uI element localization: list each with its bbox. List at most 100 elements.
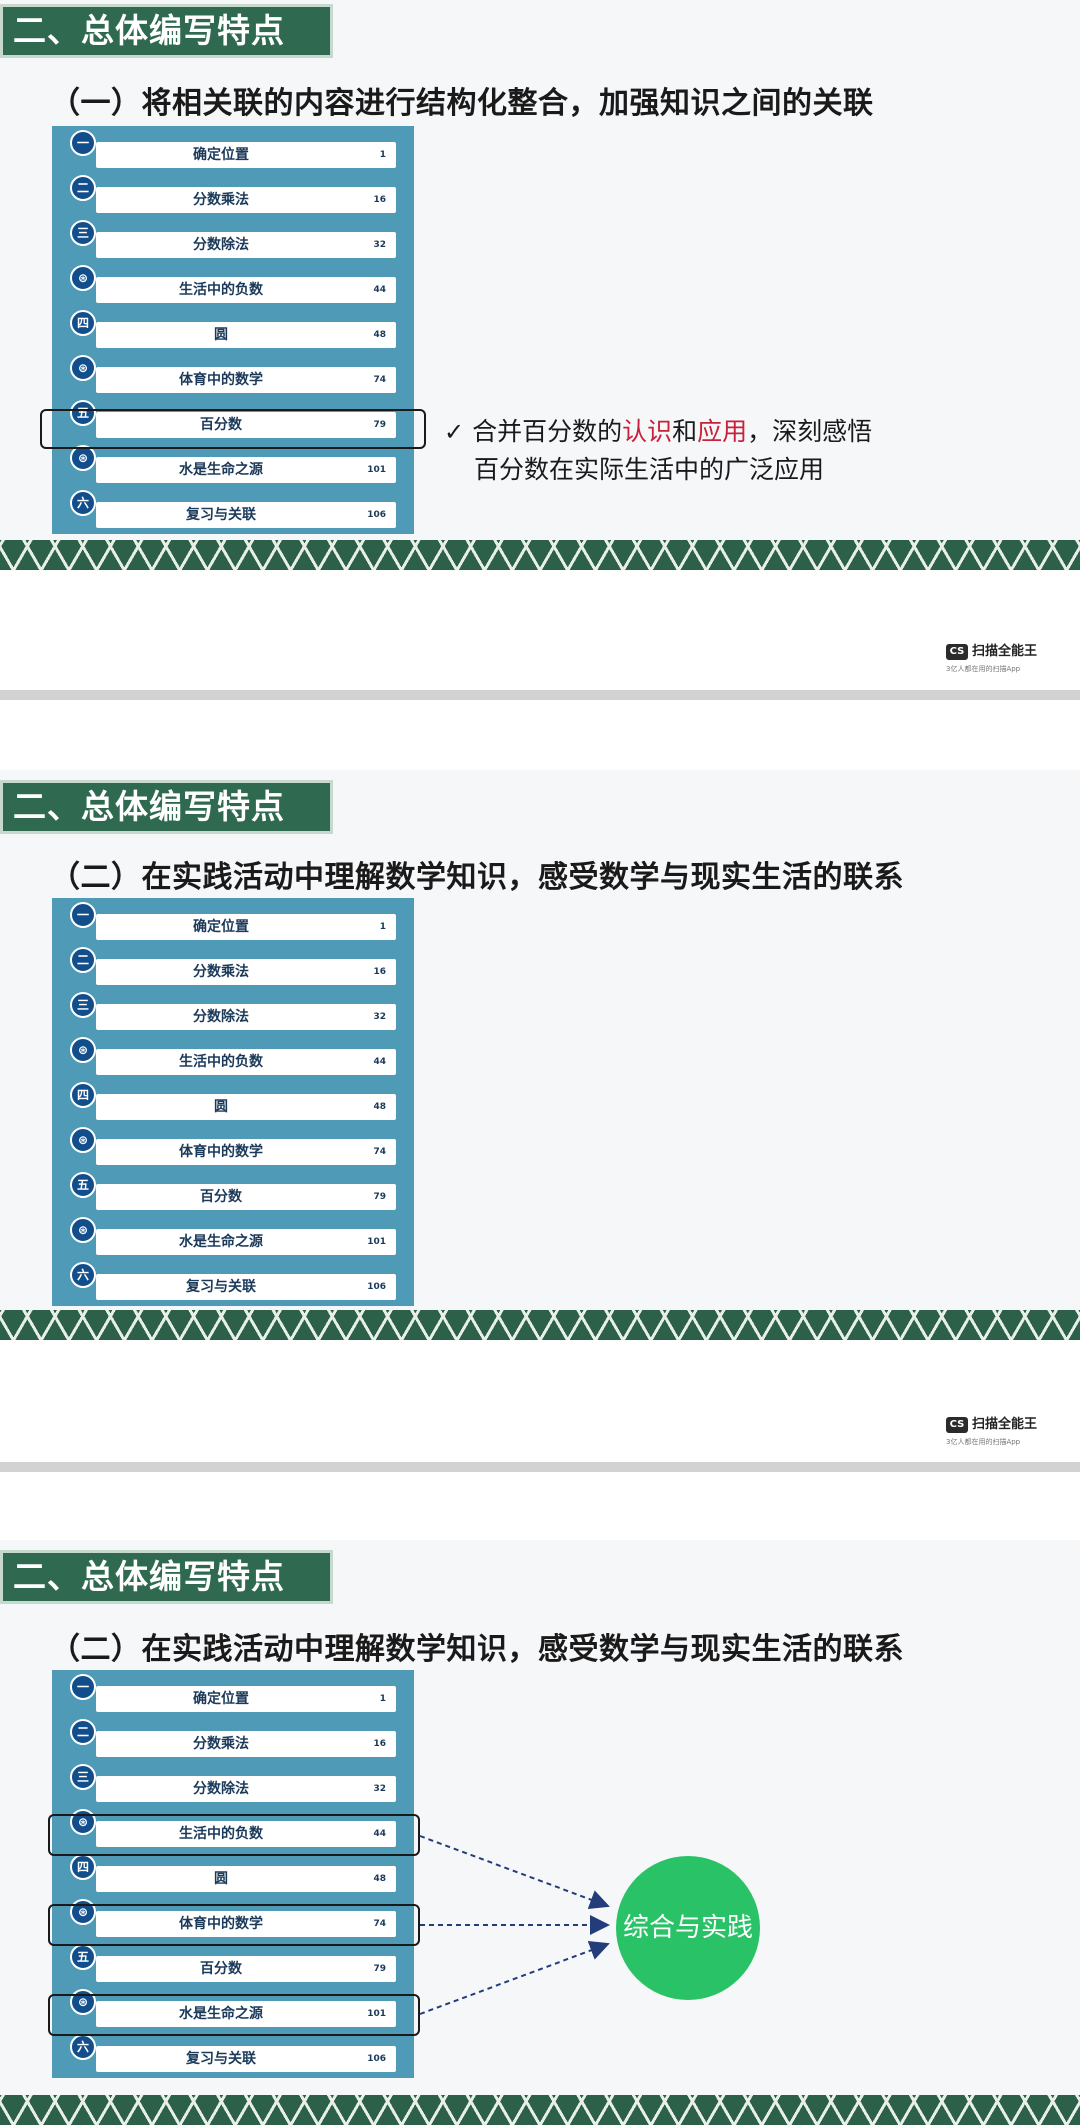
unit-badge-icon: 四 [70,1082,96,1108]
toc-row: 二分数乘法 16 [52,945,414,990]
toc-page-number: 106 [367,510,386,520]
toc-page-number: 16 [373,195,386,205]
synthesis-practice-circle: 综合与实践 [616,1856,760,2000]
toc-entry: 分数除法 32 [96,232,396,258]
unit-badge-icon: 二 [70,947,96,973]
toc-entry: 百分数 79 [96,1184,396,1210]
toc-entry: 复习与关联 106 [96,1274,396,1300]
toc-title: 确定位置 [193,919,249,935]
highlight-box-percent [40,409,426,449]
unit-badge-icon: 一 [70,902,96,928]
toc-page-number: 44 [373,285,386,295]
slide-3: 二、总体编写特点 （二）在实践活动中理解数学知识，感受数学与现实生活的联系 一确… [0,1540,1080,2125]
toc-entry: 分数乘法 16 [96,187,396,213]
toc-entry: 分数乘法 16 [96,959,396,985]
toc-row: ⊛ 生活中的负数 44 [52,1035,414,1080]
toc-row: 六复习与关联 106 [52,1260,414,1305]
toc-entry: 确定位置 1 [96,142,396,168]
toc-entry: 水是生命之源 101 [96,1229,396,1255]
unit-badge-icon: 六 [70,490,96,516]
unit-badge-icon: 二 [70,175,96,201]
decorative-border [0,2095,1080,2125]
toc-title: 确定位置 [193,147,249,163]
slide-banner: 二、总体编写特点 [0,780,333,834]
toc-title: 分数除法 [193,1009,249,1025]
slide-subtitle: （二）在实践活动中理解数学知识，感受数学与现实生活的联系 [50,860,904,895]
toc-row: 四圆 48 [52,1080,414,1125]
toc-entry: 圆 48 [96,322,396,348]
page-divider [0,690,1080,700]
toc-page-number: 1 [379,150,386,160]
toc-row: ⊛ 水是生命之源 101 [52,1215,414,1260]
toc-title: 体育中的数学 [179,1144,263,1160]
watermark: CS 扫描全能王 3亿人都在用的扫描App [946,1415,1066,1455]
highlight-word: 应用 [697,417,748,446]
toc-row: ⊛ 水是生命之源 101 [52,443,414,488]
watermark-name: 扫描全能王 [972,1417,1038,1432]
toc-row: ⊛ 体育中的数学 74 [52,1125,414,1170]
page-divider [0,1462,1080,1472]
toc-page-number: 32 [373,1012,386,1022]
toc-title: 生活中的负数 [179,1054,263,1070]
watermark-tagline: 3亿人都在用的扫描App [946,1438,1021,1446]
toc-row: 四圆 48 [52,308,414,353]
unit-badge-icon: 三 [70,220,96,246]
check-icon: ✓ [444,418,465,446]
toc-row: 六复习与关联 106 [52,488,414,533]
unit-badge-icon: 四 [70,310,96,336]
toc-title: 生活中的负数 [179,282,263,298]
toc-page-number: 1 [379,922,386,932]
unit-badge-icon: 三 [70,992,96,1018]
note-line-2: 百分数在实际生活中的广泛应用 [474,455,825,484]
unit-badge-icon: 六 [70,1262,96,1288]
toc-title: 复习与关联 [186,507,256,523]
toc-row: 三分数除法 32 [52,218,414,263]
camscanner-logo-icon: CS [946,1417,968,1433]
table-of-contents: 一确定位置 1 二分数乘法 16 三分数除法 32 ⊛ 生活中的负数 44 四圆 48 ⊛ 体育中的数学… [52,126,414,534]
slide-banner: 二、总体编写特点 [0,4,333,58]
toc-entry: 分数除法 32 [96,1004,396,1030]
toc-entry: 生活中的负数 44 [96,277,396,303]
toc-page-number: 74 [373,375,386,385]
toc-page-number: 74 [373,1147,386,1157]
toc-title: 复习与关联 [186,1279,256,1295]
toc-title: 体育中的数学 [179,372,263,388]
toc-title: 水是生命之源 [179,1234,263,1250]
toc-page-number: 101 [367,1237,386,1247]
slide-subtitle: （一）将相关联的内容进行结构化整合，加强知识之间的关联 [50,86,874,121]
arrow-line [419,1835,610,1910]
toc-title: 分数除法 [193,237,249,253]
toc-title: 分数乘法 [193,192,249,208]
unit-badge-icon: 五 [70,1172,96,1198]
unit-badge-icon: ⊛ [70,1217,96,1243]
toc-entry: 体育中的数学 74 [96,367,396,393]
toc-entry: 复习与关联 106 [96,502,396,528]
toc-entry: 确定位置 1 [96,914,396,940]
decorative-border [0,1310,1080,1340]
watermark-name: 扫描全能王 [972,644,1038,659]
slide-1: 二、总体编写特点 （一）将相关联的内容进行结构化整合，加强知识之间的关联 一确定… [0,0,1080,570]
table-of-contents: 一确定位置 1 二分数乘法 16 三分数除法 32 ⊛ 生活中的负数 44 四圆 48 ⊛ 体育中的数学… [52,898,414,1306]
toc-page-number: 16 [373,967,386,977]
camscanner-logo-icon: CS [946,644,968,660]
unit-badge-icon: 一 [70,130,96,156]
toc-row: 三分数除法 32 [52,990,414,1035]
toc-title: 分数乘法 [193,964,249,980]
note-text: ✓ 合并百分数的认识和应用，深刻感悟 百分数在实际生活中的广泛应用 [444,417,873,484]
toc-page-number: 32 [373,240,386,250]
toc-title: 圆 [214,1099,228,1115]
toc-title: 百分数 [200,1189,242,1205]
unit-badge-icon: ⊛ [70,1037,96,1063]
toc-page-number: 101 [367,465,386,475]
toc-row: 一确定位置 1 [52,900,414,945]
toc-entry: 圆 48 [96,1094,396,1120]
connector-arrows [419,1835,610,2015]
watermark-tagline: 3亿人都在用的扫描App [946,665,1021,673]
highlight-word: 认识 [622,417,673,446]
arrow-line [419,1940,610,2015]
toc-row: ⊛ 体育中的数学 74 [52,353,414,398]
toc-title: 圆 [214,327,228,343]
decorative-border [0,540,1080,570]
toc-page-number: 48 [373,330,386,340]
toc-title: 水是生命之源 [179,462,263,478]
